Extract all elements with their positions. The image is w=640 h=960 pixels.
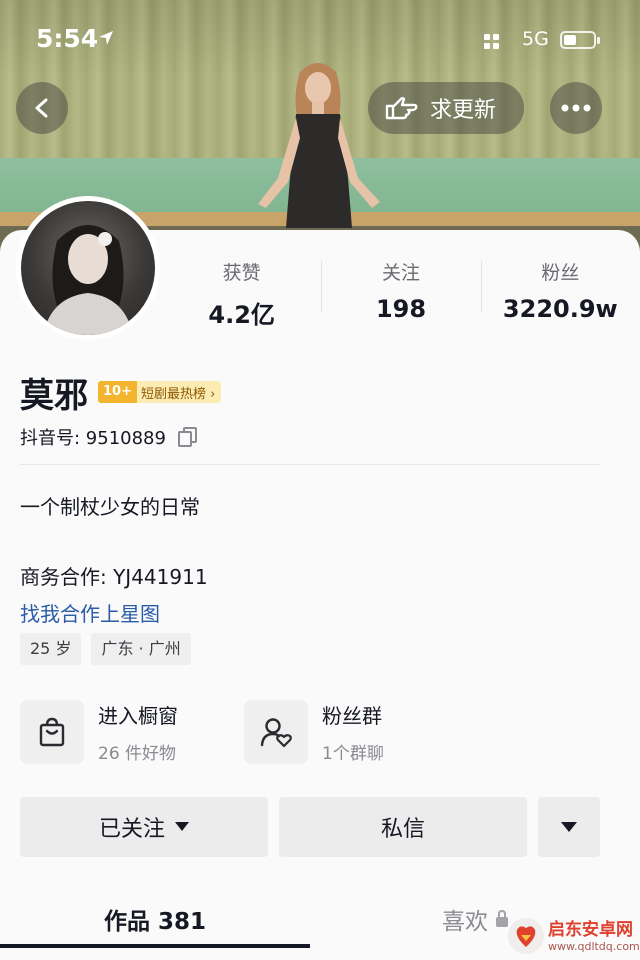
rank-badge-number: 10+ xyxy=(98,381,137,403)
stat-label: 粉丝 xyxy=(541,262,580,284)
divider xyxy=(20,464,600,465)
active-tab-indicator xyxy=(0,944,310,948)
profile-name: 莫邪 xyxy=(20,375,88,416)
fan-group-entry[interactable]: 粉丝群 1个群聊 xyxy=(244,700,384,764)
followed-label: 已关注 xyxy=(98,817,165,842)
avatar[interactable] xyxy=(16,196,160,340)
status-time: 5:54 xyxy=(36,24,99,53)
watermark-url: www.qdltdq.com xyxy=(548,939,640,953)
shop-window-entry[interactable]: 进入橱窗 26 件好物 xyxy=(20,700,178,764)
tag-age: 25 岁 xyxy=(20,633,82,665)
site-watermark: 启东安卓网 www.qdltdq.com xyxy=(508,918,640,954)
back-button[interactable] xyxy=(16,82,68,134)
more-options-button[interactable] xyxy=(550,82,602,134)
business-contact: 商务合作: YJ441911 xyxy=(20,565,208,589)
profile-tags: 25 岁 广东 · 广州 xyxy=(20,633,201,665)
caret-down-icon xyxy=(175,822,189,831)
douyin-id: 抖音号: 9510889 xyxy=(20,428,166,449)
stat-value: 3220.9w xyxy=(502,295,618,323)
shop-window-subtitle: 26 件好物 xyxy=(98,744,177,764)
stat-followers[interactable]: 粉丝 3220.9w xyxy=(480,252,640,330)
network-label: 5G xyxy=(522,28,549,50)
fan-group-icon xyxy=(244,700,308,764)
expand-button[interactable] xyxy=(538,797,600,857)
battery-icon xyxy=(560,31,600,49)
fan-group-subtitle: 1个群聊 xyxy=(322,744,384,764)
name-row: 莫邪 10+ 短剧最热榜 › xyxy=(20,370,222,416)
cover-person-figure xyxy=(258,63,380,228)
stat-following[interactable]: 关注 198 xyxy=(321,252,480,330)
rank-badge[interactable]: 10+ 短剧最热榜 › xyxy=(98,381,222,403)
tag-location: 广东 · 广州 xyxy=(91,633,191,665)
watermark-title: 启东安卓网 xyxy=(548,919,633,940)
copy-icon[interactable] xyxy=(177,427,198,447)
chevron-left-icon xyxy=(35,98,48,118)
rank-badge-text: 短剧最热榜 › xyxy=(140,386,216,402)
stat-label: 获赞 xyxy=(222,262,261,284)
tab-likes[interactable]: 喜欢 xyxy=(442,902,510,936)
stat-value: 4.2亿 xyxy=(208,301,275,329)
bio-text: 一个制杖少女的日常 xyxy=(20,495,200,519)
fan-group-title: 粉丝群 xyxy=(322,704,382,728)
request-update-label: 求更新 xyxy=(430,98,497,123)
stat-likes[interactable]: 获赞 4.2亿 xyxy=(162,252,321,330)
tab-works[interactable]: 作品 381 xyxy=(0,890,310,936)
more-dots-icon xyxy=(561,104,591,112)
caret-down-icon xyxy=(561,821,577,832)
signal-icon xyxy=(484,34,500,50)
stat-value: 198 xyxy=(375,295,427,323)
pointing-hand-icon xyxy=(385,97,418,120)
douyin-id-row: 抖音号: 9510889 xyxy=(20,424,198,450)
status-bar: 5:54 5G xyxy=(0,22,640,62)
followed-button[interactable]: 已关注 xyxy=(20,797,268,857)
shopping-bag-icon xyxy=(20,700,84,764)
watermark-logo-icon xyxy=(508,918,544,954)
star-map-link[interactable]: 找我合作上星图 xyxy=(20,598,160,627)
stat-label: 关注 xyxy=(381,262,420,284)
request-update-button[interactable]: 求更新 xyxy=(368,82,524,134)
tab-likes-label: 喜欢 xyxy=(442,909,488,935)
message-label: 私信 xyxy=(380,817,425,842)
avatar-image xyxy=(21,201,155,335)
stats-row: 获赞 4.2亿 关注 198 粉丝 3220.9w xyxy=(162,252,640,330)
shop-window-title: 进入橱窗 xyxy=(98,704,178,728)
location-arrow-icon xyxy=(99,31,113,45)
message-button[interactable]: 私信 xyxy=(279,797,527,857)
